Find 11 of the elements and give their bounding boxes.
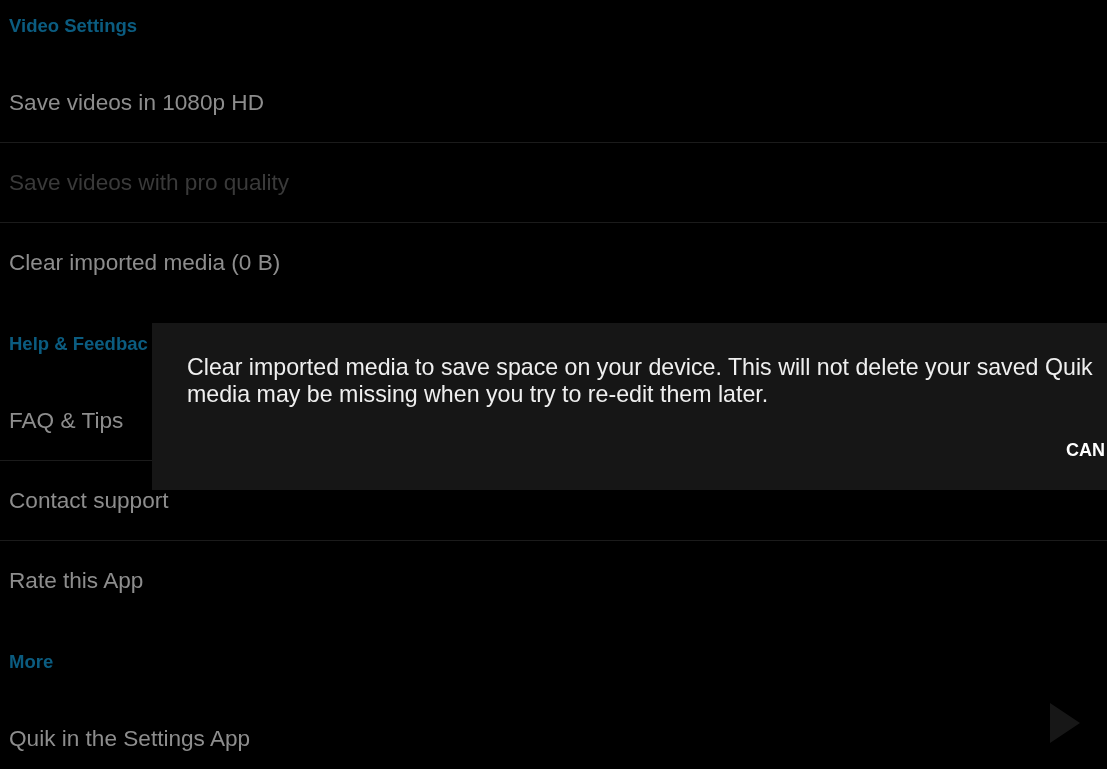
settings-item[interactable]: Contact support: [9, 487, 169, 514]
section-header: Help & Feedbac: [9, 333, 148, 355]
dialog-button[interactable]: CAN: [1064, 432, 1107, 468]
dialog-message: Clear imported media to save space on your device. This will not delete your saved Quik media may be missing when you try to re-edit them later.: [187, 354, 1094, 408]
section-header: More: [9, 651, 54, 673]
settings-item[interactable]: Rate this App: [9, 568, 144, 594]
section-header: Video Settings: [9, 15, 138, 37]
settings-item[interactable]: FAQ & Tips: [9, 407, 124, 434]
settings-item[interactable]: Quik in the Settings App: [9, 726, 251, 752]
settings-item[interactable]: Save videos in 1080p HD: [9, 89, 264, 116]
settings-item[interactable]: Clear imported media (0 B): [9, 250, 281, 276]
